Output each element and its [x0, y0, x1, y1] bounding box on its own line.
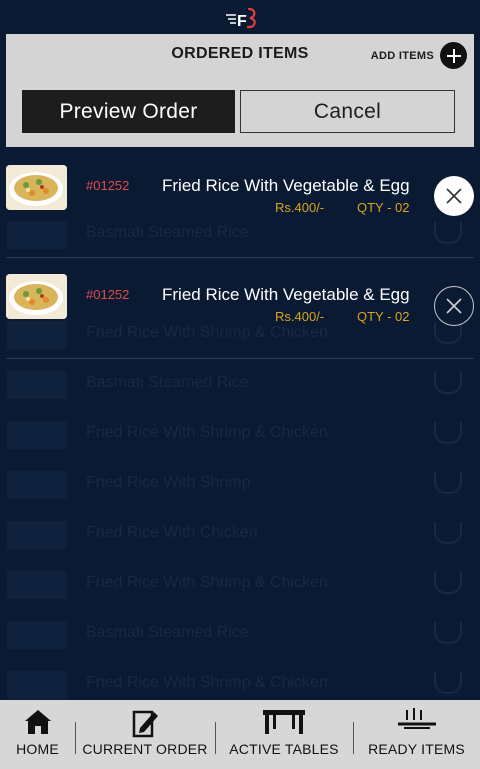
cup-icon: [434, 472, 462, 494]
item-price: Rs.400/-: [275, 309, 325, 324]
cancel-button[interactable]: Cancel: [240, 90, 455, 133]
list-item: Fried Rice With Chicken: [0, 510, 480, 560]
svg-text:F: F: [237, 13, 247, 30]
divider: [6, 257, 474, 258]
add-items-label: ADD ITEMS: [370, 49, 434, 62]
thumbnail: [7, 621, 67, 649]
ordered-item-row: #01252 Fried Rice With Vegetable & Egg R…: [0, 160, 480, 260]
remove-item-button[interactable]: [434, 176, 474, 216]
close-icon: [446, 298, 462, 314]
cup-icon: [434, 422, 462, 444]
item-name: Fried Rice With Shrimp & Chicken: [86, 574, 328, 591]
nav-ready-items-label: READY ITEMS: [368, 741, 465, 757]
nav-ready-items[interactable]: READY ITEMS: [353, 700, 480, 769]
nav-current-order[interactable]: CURRENT ORDER: [75, 700, 215, 769]
ordered-items-panel: ORDERED ITEMS ADD ITEMS Preview Order Ca…: [6, 34, 474, 147]
item-price: Rs.400/-: [275, 200, 325, 215]
item-name: Fried Rice With Shrimp & Chicken: [86, 674, 328, 691]
cup-icon: [434, 522, 462, 544]
list-item: Basmati Steamed Rice: [0, 360, 480, 410]
item-name: Fried Rice With Vegetable & Egg: [162, 285, 410, 304]
close-icon: [446, 188, 462, 204]
item-quantity: QTY - 02: [357, 200, 410, 215]
thumbnail: [7, 371, 67, 399]
item-code: #01252: [86, 178, 130, 193]
app-logo: F: [226, 7, 256, 30]
food-thumbnail: [6, 165, 67, 210]
thumbnail: [7, 521, 67, 549]
nav-home[interactable]: HOME: [0, 700, 75, 769]
thumbnail: [7, 671, 67, 699]
item-name: Fried Rice With Vegetable & Egg: [162, 176, 410, 195]
nav-active-tables[interactable]: ACTIVE TABLES: [215, 700, 353, 769]
nav-current-order-label: CURRENT ORDER: [82, 741, 208, 757]
serving-tray-icon: [397, 708, 436, 729]
add-items-button[interactable]: ADD ITEMS: [371, 42, 467, 69]
thumbnail: [7, 571, 67, 599]
nav-home-label: HOME: [16, 741, 59, 757]
plus-circle-icon: [440, 42, 467, 69]
divider: [6, 358, 474, 359]
ordered-item-row: #01252 Fried Rice With Vegetable & Egg R…: [0, 260, 480, 360]
edit-order-icon: [132, 710, 158, 738]
preview-order-button[interactable]: Preview Order: [22, 90, 235, 133]
list-item: Fried Rice With Shrimp: [0, 460, 480, 510]
item-name: Fried Rice With Chicken: [86, 524, 258, 541]
home-icon: [24, 710, 51, 734]
food-thumbnail: [6, 274, 67, 319]
table-icon: [263, 710, 305, 734]
item-code: #01252: [86, 287, 130, 302]
thumbnail: [7, 421, 67, 449]
bottom-nav: HOME CURRENT ORDER ACTIVE TABLES READY I…: [0, 700, 480, 769]
item-name: Fried Rice With Shrimp: [86, 474, 251, 491]
cup-icon: [434, 572, 462, 594]
item-quantity: QTY - 02: [357, 309, 410, 324]
remove-item-button[interactable]: [434, 286, 474, 326]
nav-active-tables-label: ACTIVE TABLES: [229, 741, 339, 757]
item-name: Basmati Steamed Rice: [86, 374, 249, 391]
list-item: Basmati Steamed Rice: [0, 610, 480, 660]
thumbnail: [7, 471, 67, 499]
cup-icon: [434, 672, 462, 694]
list-item: Fried Rice With Shrimp & Chicken: [0, 410, 480, 460]
item-name: Basmati Steamed Rice: [86, 624, 249, 641]
item-name: Fried Rice With Shrimp & Chicken: [86, 424, 328, 441]
list-item: Fried Rice With Shrimp & Chicken: [0, 560, 480, 610]
cup-icon: [434, 622, 462, 644]
cup-icon: [434, 372, 462, 394]
